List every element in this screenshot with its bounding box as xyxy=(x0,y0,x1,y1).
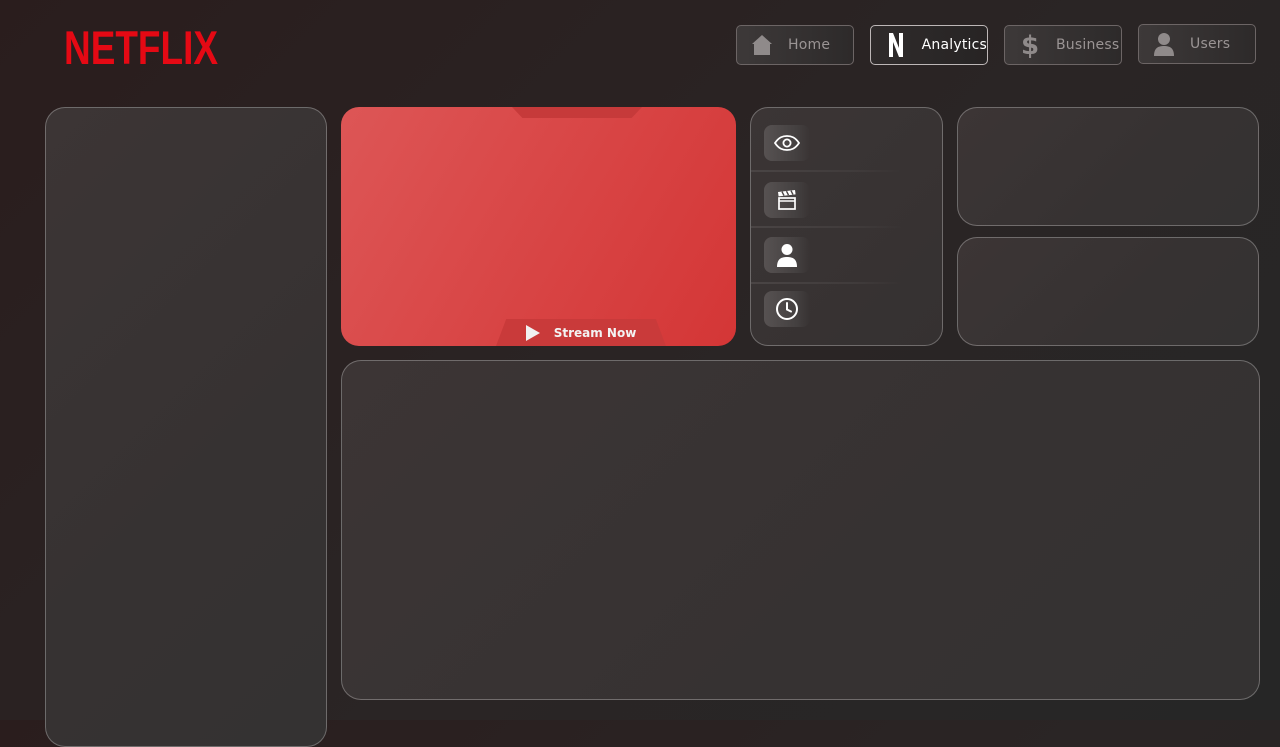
play-icon xyxy=(525,324,540,341)
nav-home-label: Home xyxy=(788,37,831,53)
eye-icon xyxy=(764,125,810,161)
stat-divider xyxy=(751,282,901,284)
user-icon xyxy=(764,237,810,273)
home-icon xyxy=(748,32,776,58)
netflix-logo: NETFLIX xyxy=(64,19,220,71)
hero-notch xyxy=(512,107,642,118)
hero-card: Stream Now xyxy=(341,107,736,346)
nav-home-button[interactable]: Home xyxy=(736,25,854,65)
svg-text:$: $ xyxy=(1021,31,1039,59)
nav-analytics-label: Analytics xyxy=(921,37,987,53)
clapperboard-icon xyxy=(764,182,810,218)
stat-divider xyxy=(751,170,901,172)
bottom-panel xyxy=(341,360,1260,700)
user-icon xyxy=(1150,31,1178,57)
netflix-n-icon xyxy=(882,32,910,58)
clock-icon xyxy=(764,291,810,327)
left-panel xyxy=(45,107,327,747)
nav-analytics-button[interactable]: Analytics xyxy=(870,25,988,65)
netflix-logo-text: NETFLIX xyxy=(64,21,218,71)
nav-business-button[interactable]: $ Business xyxy=(1004,25,1122,65)
right-bottom-panel xyxy=(957,237,1259,346)
right-top-panel xyxy=(957,107,1259,226)
stream-now-button[interactable]: Stream Now xyxy=(496,319,666,346)
stats-panel xyxy=(750,107,943,346)
nav-business-label: Business xyxy=(1056,37,1120,53)
stat-divider xyxy=(751,226,901,228)
dollar-icon: $ xyxy=(1016,31,1044,59)
nav-users-label: Users xyxy=(1190,36,1231,52)
stream-now-label: Stream Now xyxy=(553,325,637,340)
nav-users-button[interactable]: Users xyxy=(1138,24,1256,64)
